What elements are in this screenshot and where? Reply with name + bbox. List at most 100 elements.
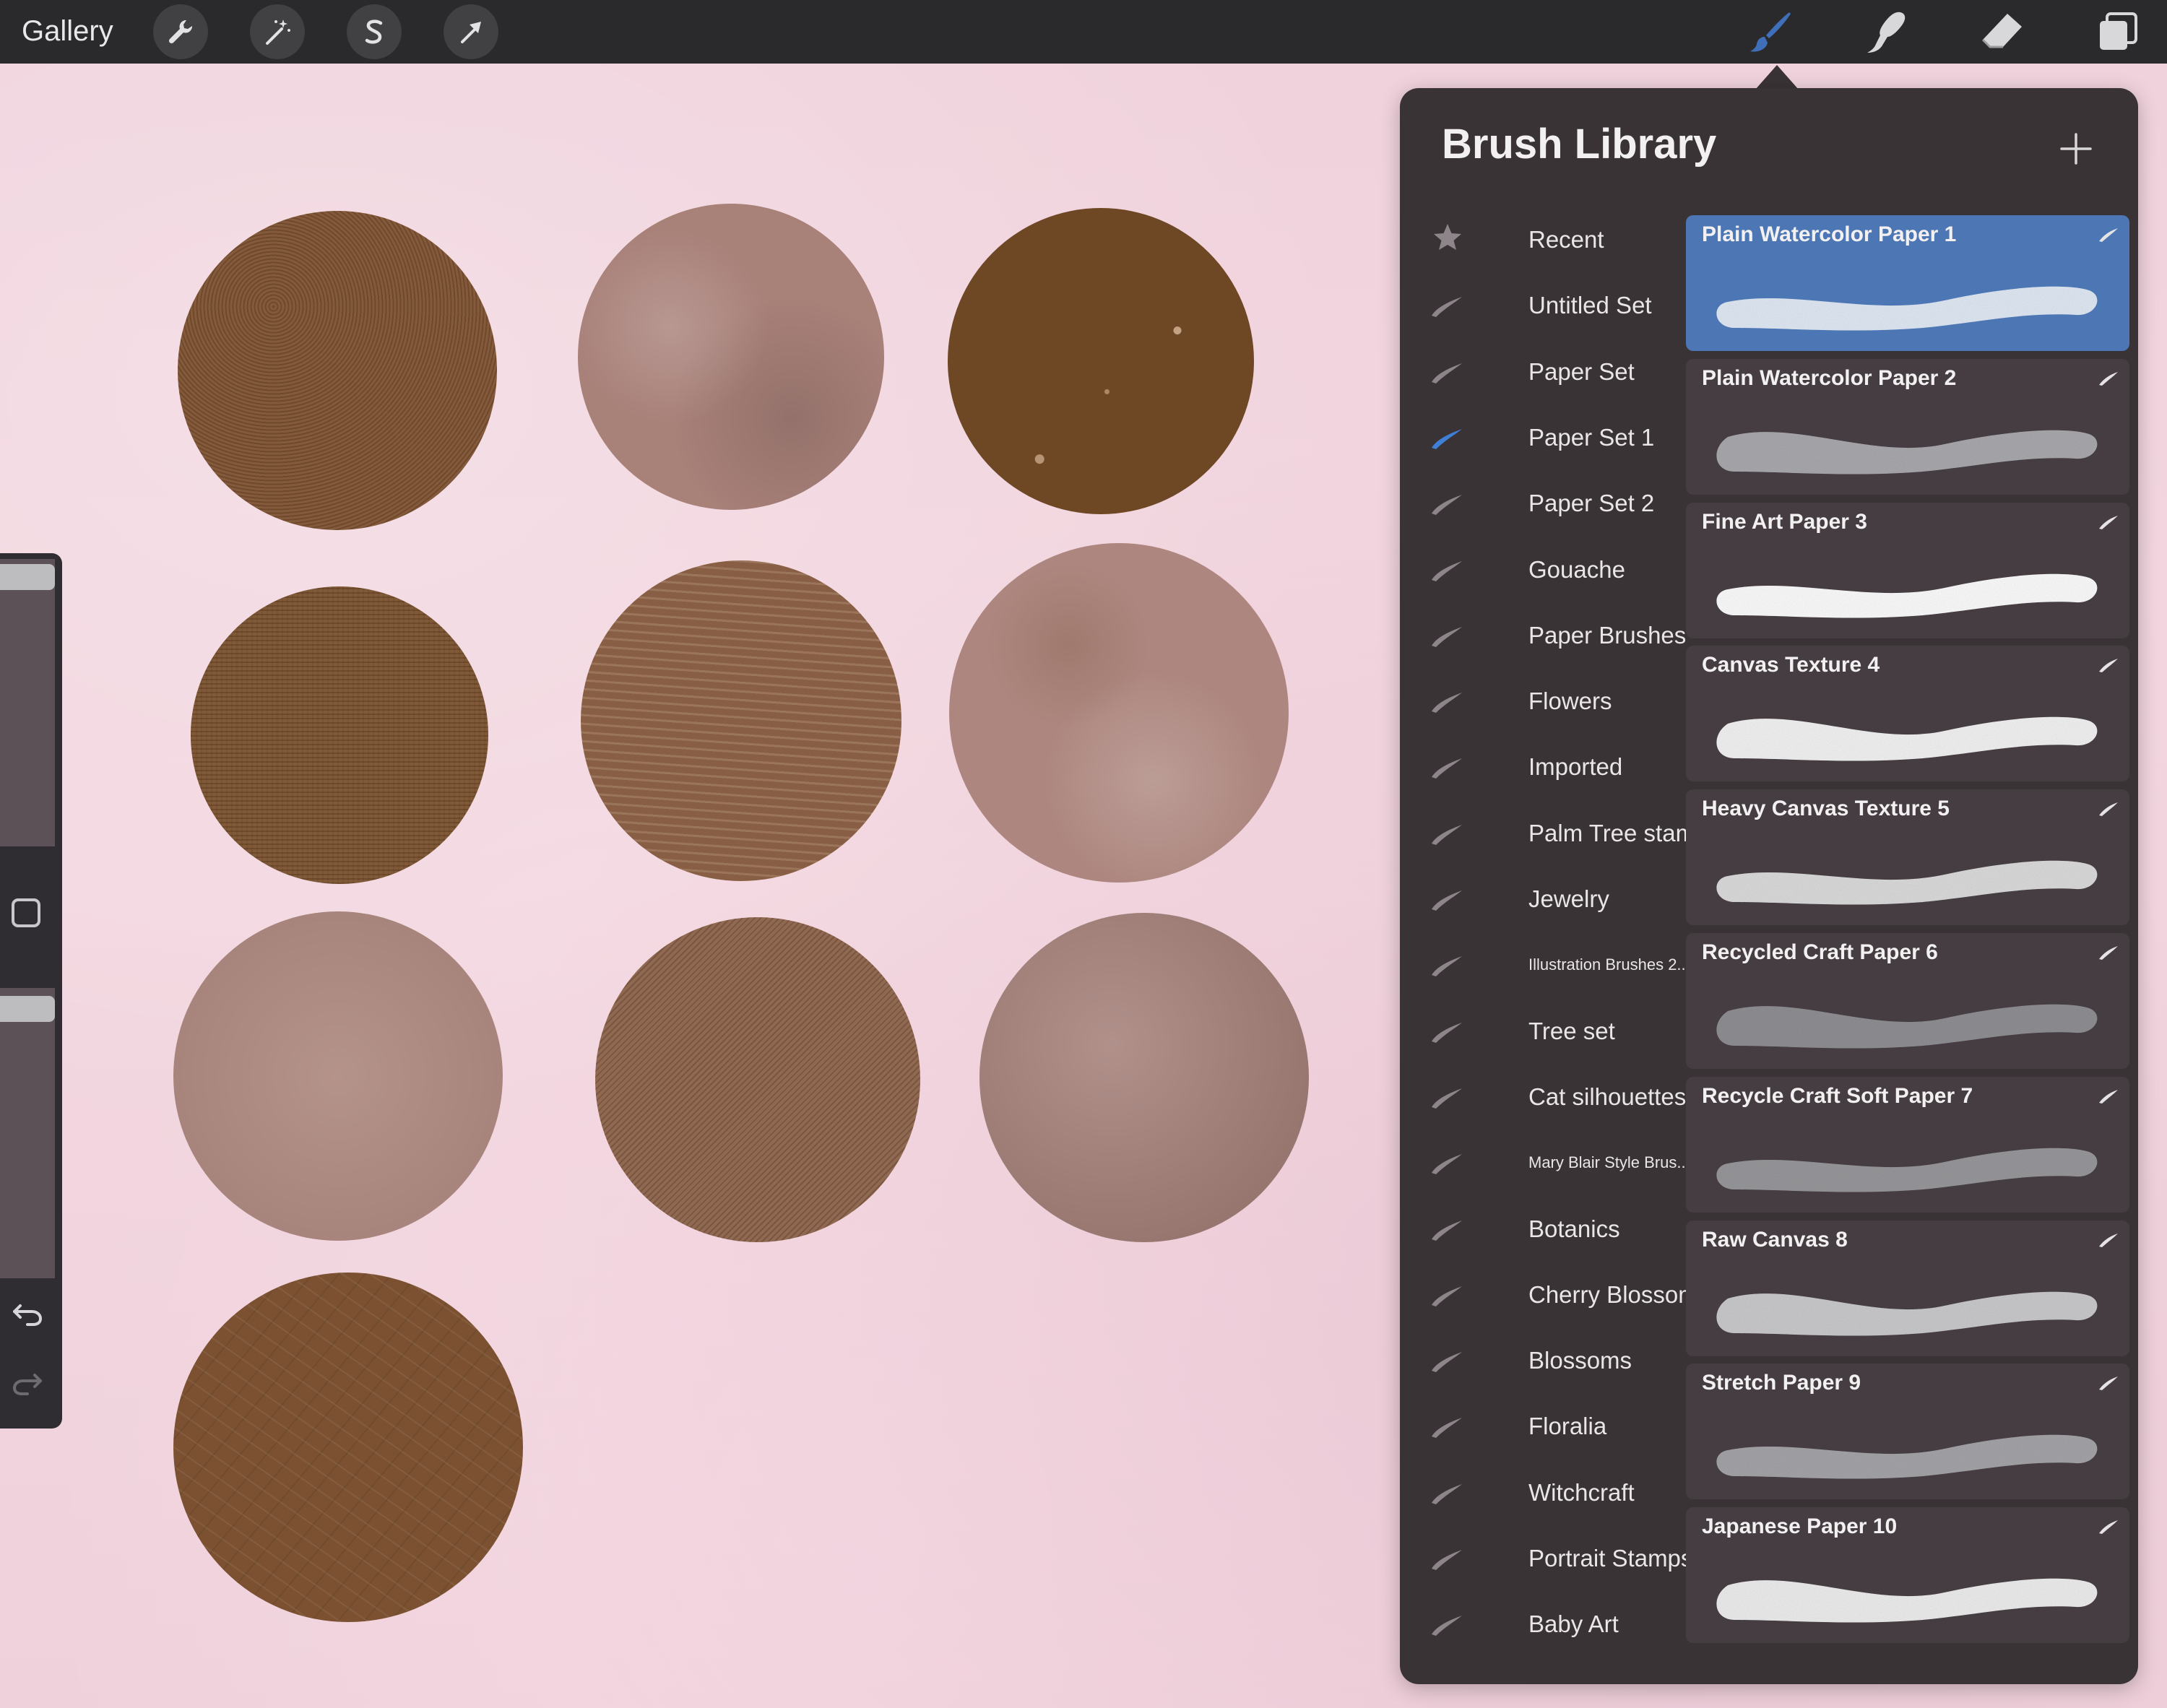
brush-edit-icon[interactable] [2098,657,2119,673]
brush-stroke-icon [1432,560,1462,581]
brush-set-item[interactable]: Portrait Stamps [1429,1530,1703,1587]
brush-set-item[interactable]: Cherry Blossom [1429,1266,1703,1324]
brush-card[interactable]: Stretch Paper 9 [1686,1364,2129,1500]
brush-set-item[interactable]: Baby Art [1429,1595,1703,1653]
brush-set-item[interactable]: Witchcraft [1429,1464,1703,1522]
brush-stroke-icon [1432,1418,1462,1439]
brush-card[interactable]: Japanese Paper 10 [1686,1507,2129,1644]
brush-stroke-icon [1432,1220,1462,1241]
brush-set-item[interactable]: Paper Set [1429,343,1703,401]
brush-set-item[interactable]: Gouache [1429,541,1703,599]
brush-name: Stretch Paper 9 [1702,1371,1861,1395]
brush-edit-icon[interactable] [2098,1232,2119,1248]
brush-stroke-icon [1432,758,1462,779]
brush-set-item[interactable]: Jewelry [1429,870,1703,928]
brush-set-item[interactable]: Illustration Brushes 2... [1429,936,1703,994]
brush-card[interactable]: Fine Art Paper 3 [1686,502,2129,638]
texture-swatch [948,208,1254,514]
texture-swatch [178,211,497,530]
plus-icon[interactable] [2056,129,2096,169]
brush-stroke-preview [1716,430,2098,474]
brush-stroke-icon [1432,956,1462,977]
brush-set-item[interactable]: Flowers [1429,672,1703,730]
magic-wand-icon[interactable] [250,4,305,59]
brush-size-thumb[interactable] [0,564,55,591]
brush-set-label: Paper Set 1 [1528,423,1655,451]
texture-swatch [191,586,488,884]
brush-edit-icon[interactable] [2098,227,2119,243]
brush-set-item[interactable]: Blossoms [1429,1332,1703,1390]
brush-set-item[interactable]: Imported [1429,738,1703,796]
eraser-icon[interactable] [1973,3,2031,61]
brush-card[interactable]: Raw Canvas 8 [1686,1220,2129,1356]
brush-stroke-preview [1716,717,2098,761]
brush-set-item[interactable]: Floralia [1429,1397,1703,1455]
brush-set-item[interactable]: Palm Tree stamps [1429,805,1721,862]
brush-edit-icon[interactable] [2098,1519,2119,1535]
texture-swatch [578,204,884,510]
brush-set-label: Portrait Stamps [1528,1545,1693,1572]
wrench-icon[interactable] [153,4,208,59]
brush-edit-icon[interactable] [2098,945,2119,961]
brush-stroke-icon [1432,1550,1462,1570]
brush-set-item[interactable]: Recent [1429,211,1703,269]
square-modify-icon[interactable] [12,898,40,927]
transform-arrow-icon[interactable] [444,4,498,59]
top-toolbar: Gallery [0,0,2167,64]
brush-card[interactable]: Plain Watercolor Paper 1 [1686,215,2129,351]
brush-edit-icon[interactable] [2098,1088,2119,1104]
star-icon [1434,224,1461,250]
brush-stroke-preview [1716,1578,2098,1623]
brush-set-label: Paper Brushes [1528,621,1687,649]
brush-edit-icon[interactable] [2098,1375,2119,1391]
brush-set-item[interactable]: Cat silhouettes [1429,1068,1703,1126]
brush-card[interactable]: Recycled Craft Paper 6 [1686,933,2129,1069]
brush-set-label: Cherry Blossom [1528,1280,1698,1308]
brush-stroke-icon [1432,297,1462,318]
brush-set-item[interactable]: Botanics [1429,1200,1703,1258]
panel-pointer [1755,65,1799,90]
brush-set-label: Tree set [1528,1017,1615,1044]
brush-set-item[interactable]: Paper Brushes [1429,607,1703,664]
selection-s-icon[interactable] [347,4,402,59]
brush-stroke-icon [1432,1616,1462,1637]
gallery-button[interactable]: Gallery [22,7,113,55]
undo-icon[interactable] [10,1296,45,1330]
brush-set-item[interactable]: Untitled Set [1429,277,1703,334]
redo-icon[interactable] [10,1365,45,1400]
brush-stroke-preview [1716,1435,2098,1479]
brush-card[interactable]: Recycle Craft Soft Paper 7 [1686,1076,2129,1213]
brush-stroke-icon [1432,693,1462,714]
brush-stroke-preview [1716,286,2098,331]
brush-edit-icon[interactable] [2098,801,2119,817]
brush-stroke-preview [1716,1148,2098,1192]
brush-stroke-preview [1716,573,2098,618]
brush-set-item[interactable]: Tree set [1429,1002,1703,1060]
brush-stroke-preview [1716,1004,2098,1049]
brush-set-label: Gouache [1528,555,1625,583]
brush-card[interactable]: Plain Watercolor Paper 2 [1686,358,2129,495]
smudge-icon[interactable] [1858,3,1916,61]
brush-stroke-icon [1432,1154,1462,1175]
brush-card[interactable]: Heavy Canvas Texture 5 [1686,789,2129,926]
panel-title: Brush Library [1442,121,1717,168]
brush-name: Raw Canvas 8 [1702,1227,1848,1252]
brush-set-item[interactable]: Mary Blair Style Brus... [1429,1134,1703,1192]
texture-swatch [979,913,1309,1242]
opacity-thumb[interactable] [0,995,55,1022]
brush-set-label: Floralia [1528,1413,1607,1440]
brush-card[interactable]: Canvas Texture 4 [1686,646,2129,782]
brush-size-slider[interactable] [0,559,55,846]
opacity-slider[interactable] [0,988,55,1278]
texture-swatch [173,1273,523,1622]
brush-icon[interactable] [1742,3,1800,61]
brush-set-label: Imported [1528,753,1623,781]
brush-stroke-icon [1432,626,1462,647]
brush-set-item[interactable]: Paper Set 1 [1429,409,1703,467]
brush-edit-icon[interactable] [2098,514,2119,530]
brush-set-label: Baby Art [1528,1611,1619,1638]
brush-set-item[interactable]: Paper Set 2 [1429,474,1703,532]
layers-icon[interactable] [2089,3,2147,61]
brush-stroke-icon [1432,1483,1462,1504]
brush-edit-icon[interactable] [2098,370,2119,386]
